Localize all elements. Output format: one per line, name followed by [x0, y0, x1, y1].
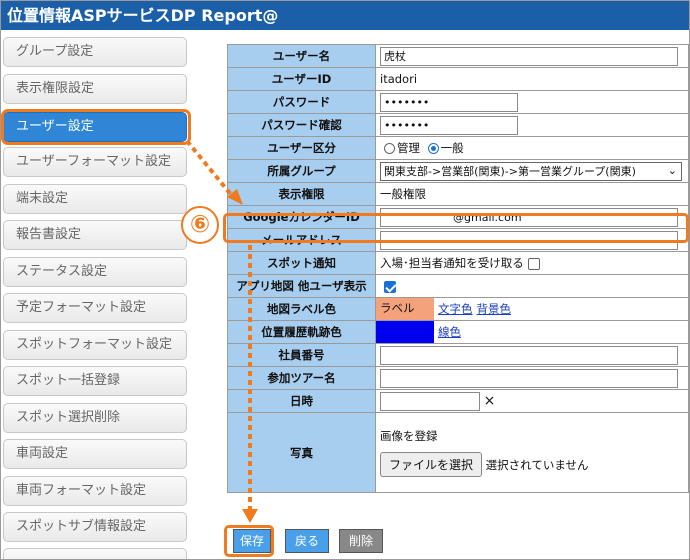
- highlight-save-button: [224, 525, 274, 557]
- delete-button[interactable]: 削除: [339, 529, 383, 553]
- annotation-arrows: [185, 139, 258, 523]
- back-button[interactable]: 戻る: [285, 529, 329, 553]
- page: 位置情報ASPサービスDP Report@ グループ設定 表示権限設定 ユーザー…: [0, 0, 690, 560]
- arrow-head-2: [242, 509, 258, 523]
- arrow-sidebar-to-field: [185, 139, 235, 199]
